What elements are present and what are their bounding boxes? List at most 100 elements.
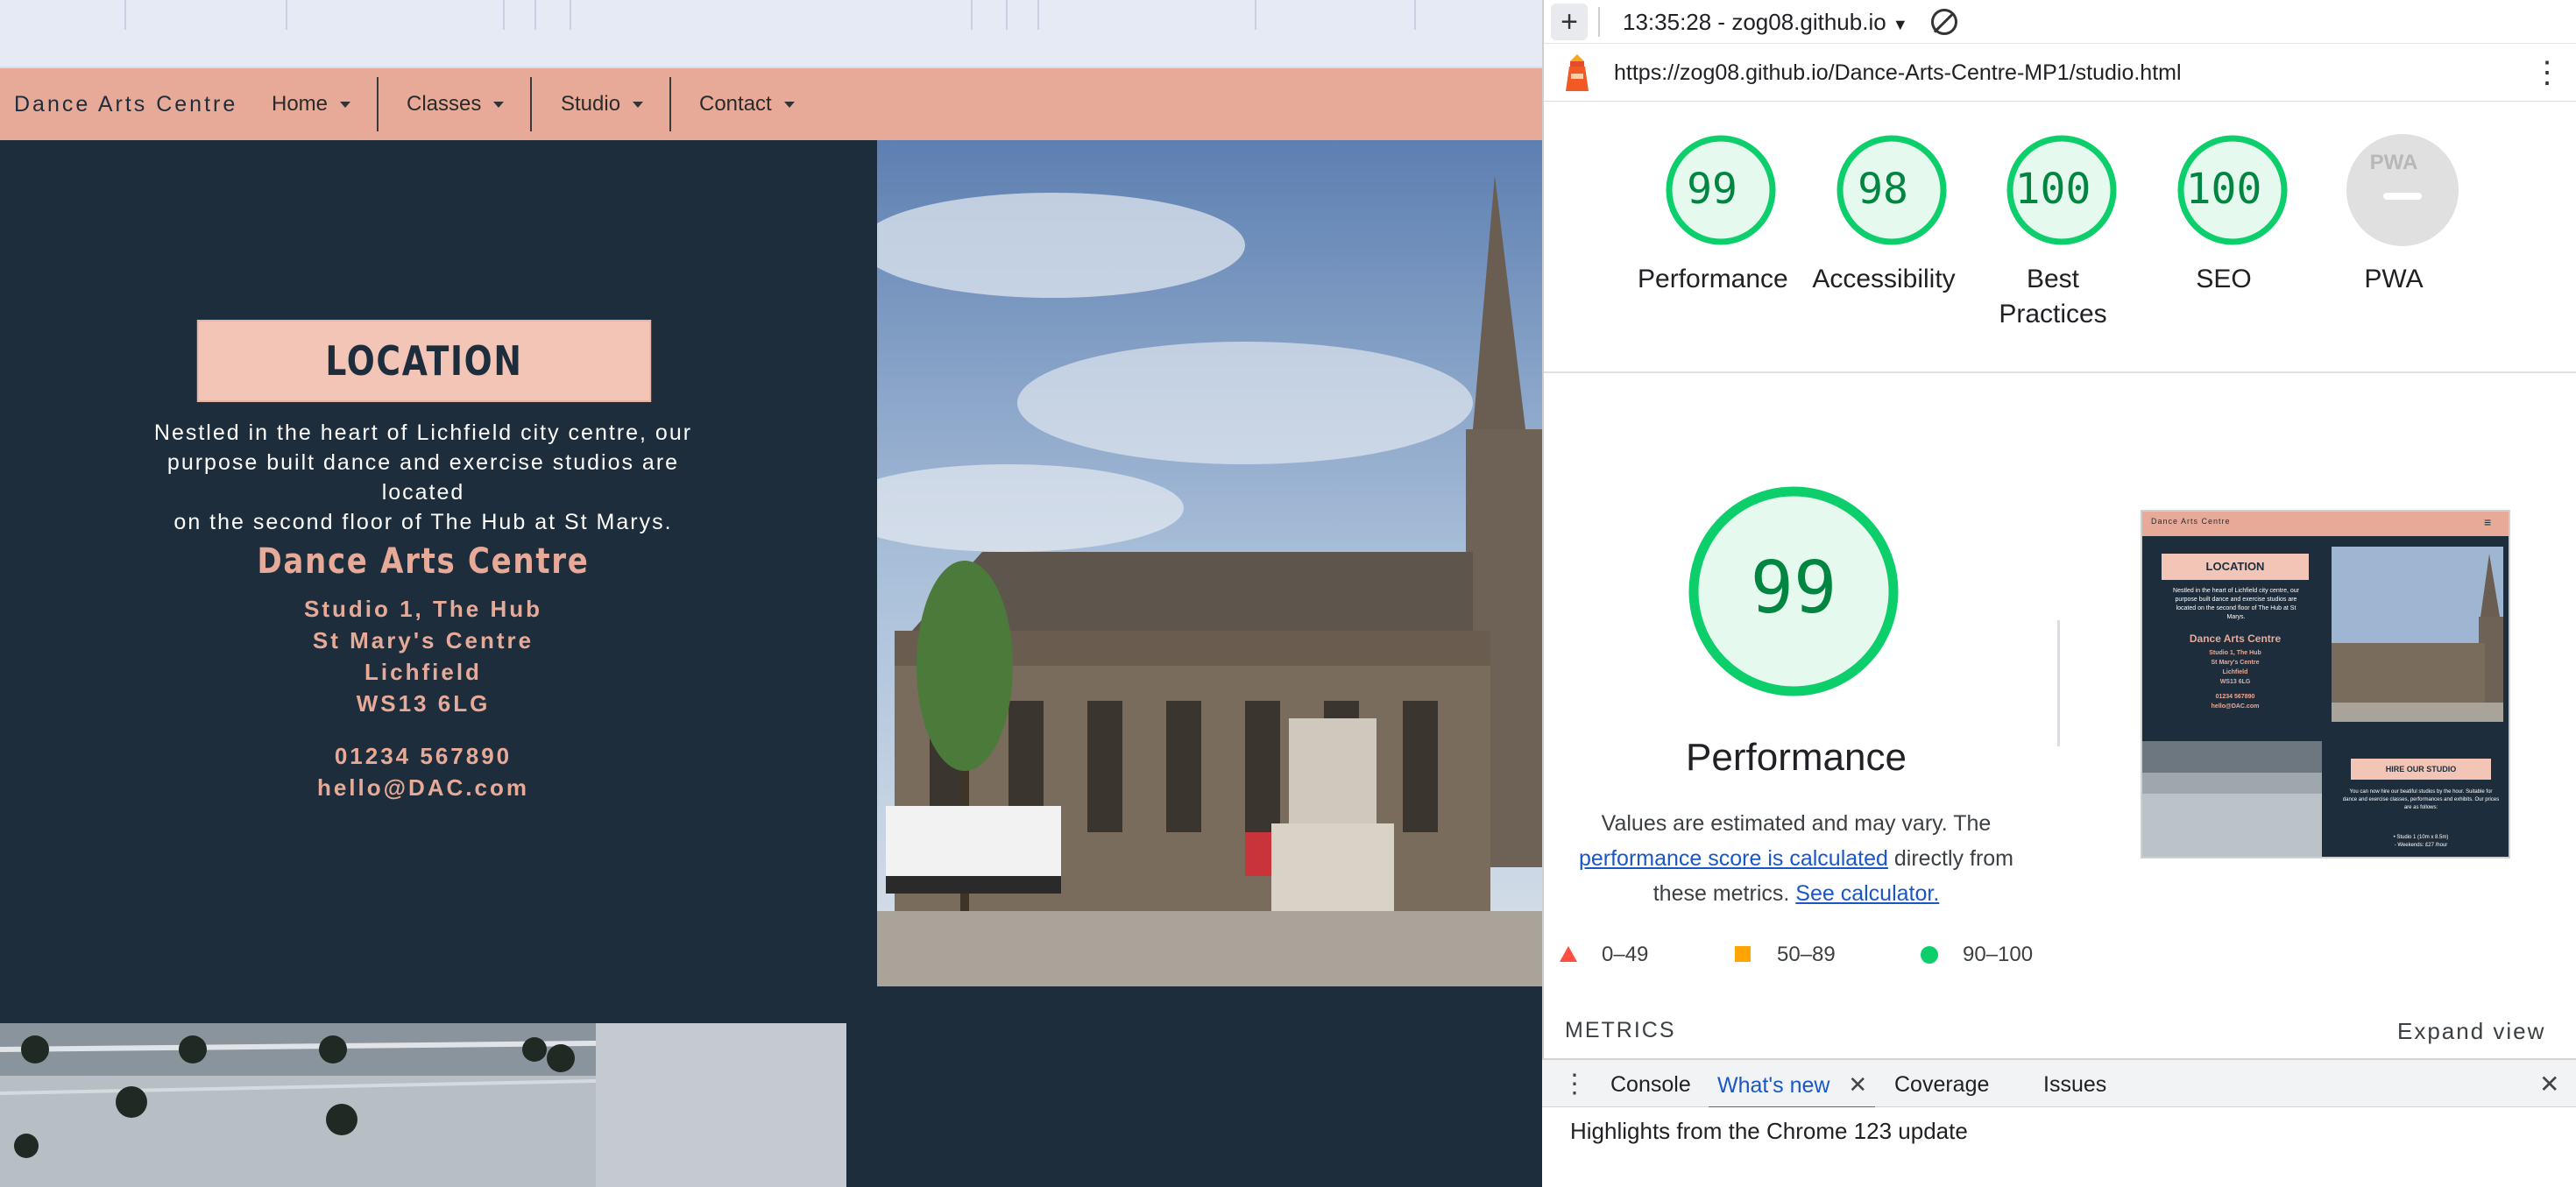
fail-triangle-icon [1560,946,1577,962]
location-line: on the second floor of The Hub at St Mar… [173,510,673,534]
address-line: Lichfield [364,659,482,685]
score-value: 100 [2014,165,2091,214]
description-text: these metrics. [1652,881,1790,906]
score-seo[interactable]: 100 SEO [2167,133,2298,297]
score-performance[interactable]: 99 Performance [1638,133,1788,297]
thumb-centre-name: Dance Arts Centre [2189,632,2282,645]
address-line: St Mary's Centre [312,627,534,654]
vertical-divider [2057,620,2060,746]
thumb-address: Studio 1, The Hub St Mary's Centre Lichf… [2162,648,2309,711]
nav-divider [530,77,532,131]
thumb-navbar: Dance Arts Centre ≡ [2142,512,2509,536]
description-line: performance score is calculated directly… [1577,841,2015,876]
thumb-address-line: Studio 1, The Hub [2209,650,2261,656]
thumb-hire-item: - Weekends: £27 /hour [2394,843,2448,848]
plus-icon[interactable]: + [1551,4,1588,40]
tab-coverage[interactable]: Coverage [1894,1060,1989,1109]
nav-classes[interactable]: Classes [407,68,505,140]
centre-name: Dance Arts Centre [257,541,590,582]
thumb-address-line: Lichfield [2222,669,2248,675]
phone-number: 01234 567890 [334,743,513,769]
description-line: Values are estimated and may vary. The [1601,811,1992,836]
thumb-location-heading: LOCATION [2162,554,2309,580]
clear-icon[interactable] [1931,9,1957,35]
caret-down-icon [340,102,351,109]
church-illustration [877,140,1542,986]
ruler-tick [286,0,287,30]
ruler-tick [971,0,973,30]
close-drawer-icon[interactable]: ✕ [2539,1060,2559,1109]
score-calculation-link[interactable]: performance score is calculated [1579,846,1888,871]
drawer-content: Highlights from the Chrome 123 update [1542,1107,2576,1187]
thumb-brand: Dance Arts Centre [2151,517,2231,526]
nav-studio[interactable]: Studio [561,68,644,140]
thumb-email: hello@DAC.com [2211,703,2260,710]
site-brand[interactable]: Dance Arts Centre [14,68,237,140]
report-url-bar: https://zog08.github.io/Dance-Arts-Centr… [1544,44,2576,102]
email-address[interactable]: hello@DAC.com [140,774,706,802]
nav-studio-label: Studio [561,92,621,116]
thumb-location-text: Nestled in the heart of Lichfield city c… [2173,588,2299,620]
main-performance-gauge: 99 [1688,485,1900,697]
thumb-phone: 01234 567890 [2215,694,2255,700]
tab-console[interactable]: Console [1610,1060,1691,1109]
section-divider [1544,371,2576,373]
average-square-icon [1735,946,1751,962]
calculator-link[interactable]: See calculator. [1795,881,1939,906]
expand-view-toggle[interactable]: Expand view [2397,1018,2545,1045]
hamburger-icon: ≡ [2484,515,2492,529]
whats-new-highlight[interactable]: Highlights from the Chrome 123 update [1570,1118,1968,1145]
report-toolbar: + 13:35:28 - zog08.github.io ▼ [1544,0,2576,44]
score-value: 99 [1687,165,1737,214]
thumb-hire-list: • Studio 1 (10m x 8.5m) - Weekends: £27 … [2342,834,2500,850]
thumb-church-photo [2332,547,2503,722]
ruler-tick [570,0,571,30]
tab-whats-new[interactable]: What's new ✕ [1709,1060,1875,1109]
lighthouse-icon [1561,53,1593,93]
site-navbar: Dance Arts Centre Home Classes Studio Co… [0,68,1542,140]
report-selector[interactable]: 13:35:28 - zog08.github.io ▼ [1623,7,1908,37]
score-label: PWA [2364,265,2424,293]
description-line: these metrics. See calculator. [1577,876,2015,911]
nav-contact[interactable]: Contact [699,68,795,140]
score-legend: 0–49 50–89 90–100 [1558,943,2084,974]
drawer-menu-icon[interactable]: ⋮ [1561,1060,1588,1109]
studio-illustration [0,1023,846,1187]
legend-range: 50–89 [1777,943,1836,966]
legend-range: 0–49 [1602,943,1649,966]
thumb-hire-heading: HIRE OUR STUDIO [2351,759,2491,780]
score-label: SEO [2196,265,2252,293]
kebab-menu-icon[interactable]: ⋮ [2532,56,2562,89]
location-description: Nestled in the heart of Lichfield city c… [140,418,706,537]
thumb-address-line: St Mary's Centre [2211,660,2260,666]
tab-whats-new-label: What's new [1717,1073,1830,1098]
main-score-label: Performance [1686,736,1907,779]
report-url[interactable]: https://zog08.github.io/Dance-Arts-Centr… [1614,44,2182,102]
tab-issues[interactable]: Issues [2043,1060,2106,1109]
device-ruler [0,0,1542,68]
legend-range: 90–100 [1963,943,2034,966]
score-label: Accessibility [1812,265,1956,293]
address-line: Studio 1, The Hub [304,596,542,622]
score-best-practices[interactable]: 100 Best Practices [1996,133,2127,332]
thumb-studio-photo [2142,741,2322,857]
pwa-badge-text: PWA [2369,151,2418,174]
nav-classes-label: Classes [407,92,482,116]
close-tab-icon[interactable]: ✕ [1848,1071,1867,1098]
caret-down-icon [493,102,505,109]
studio-photo [0,1023,846,1187]
ruler-tick [534,0,536,30]
ruler-tick [124,0,126,30]
thumb-hire-item: • Studio 1 (10m x 8.5m) [2393,835,2449,840]
nav-home-label: Home [272,92,329,116]
metrics-heading: METRICS [1565,1018,1676,1042]
nav-contact-label: Contact [699,92,772,116]
pass-circle-icon [1921,946,1938,964]
page-screenshot-thumbnail[interactable]: Dance Arts Centre ≡ LOCATION Nestled in … [2141,510,2510,858]
church-photo [877,140,1542,986]
toolbar-divider [1598,7,1600,37]
score-pwa[interactable]: PWA PWA [2337,133,2468,297]
caret-down-icon [633,102,644,109]
nav-home[interactable]: Home [272,68,351,140]
score-accessibility[interactable]: 98 Accessibility [1812,133,1957,297]
